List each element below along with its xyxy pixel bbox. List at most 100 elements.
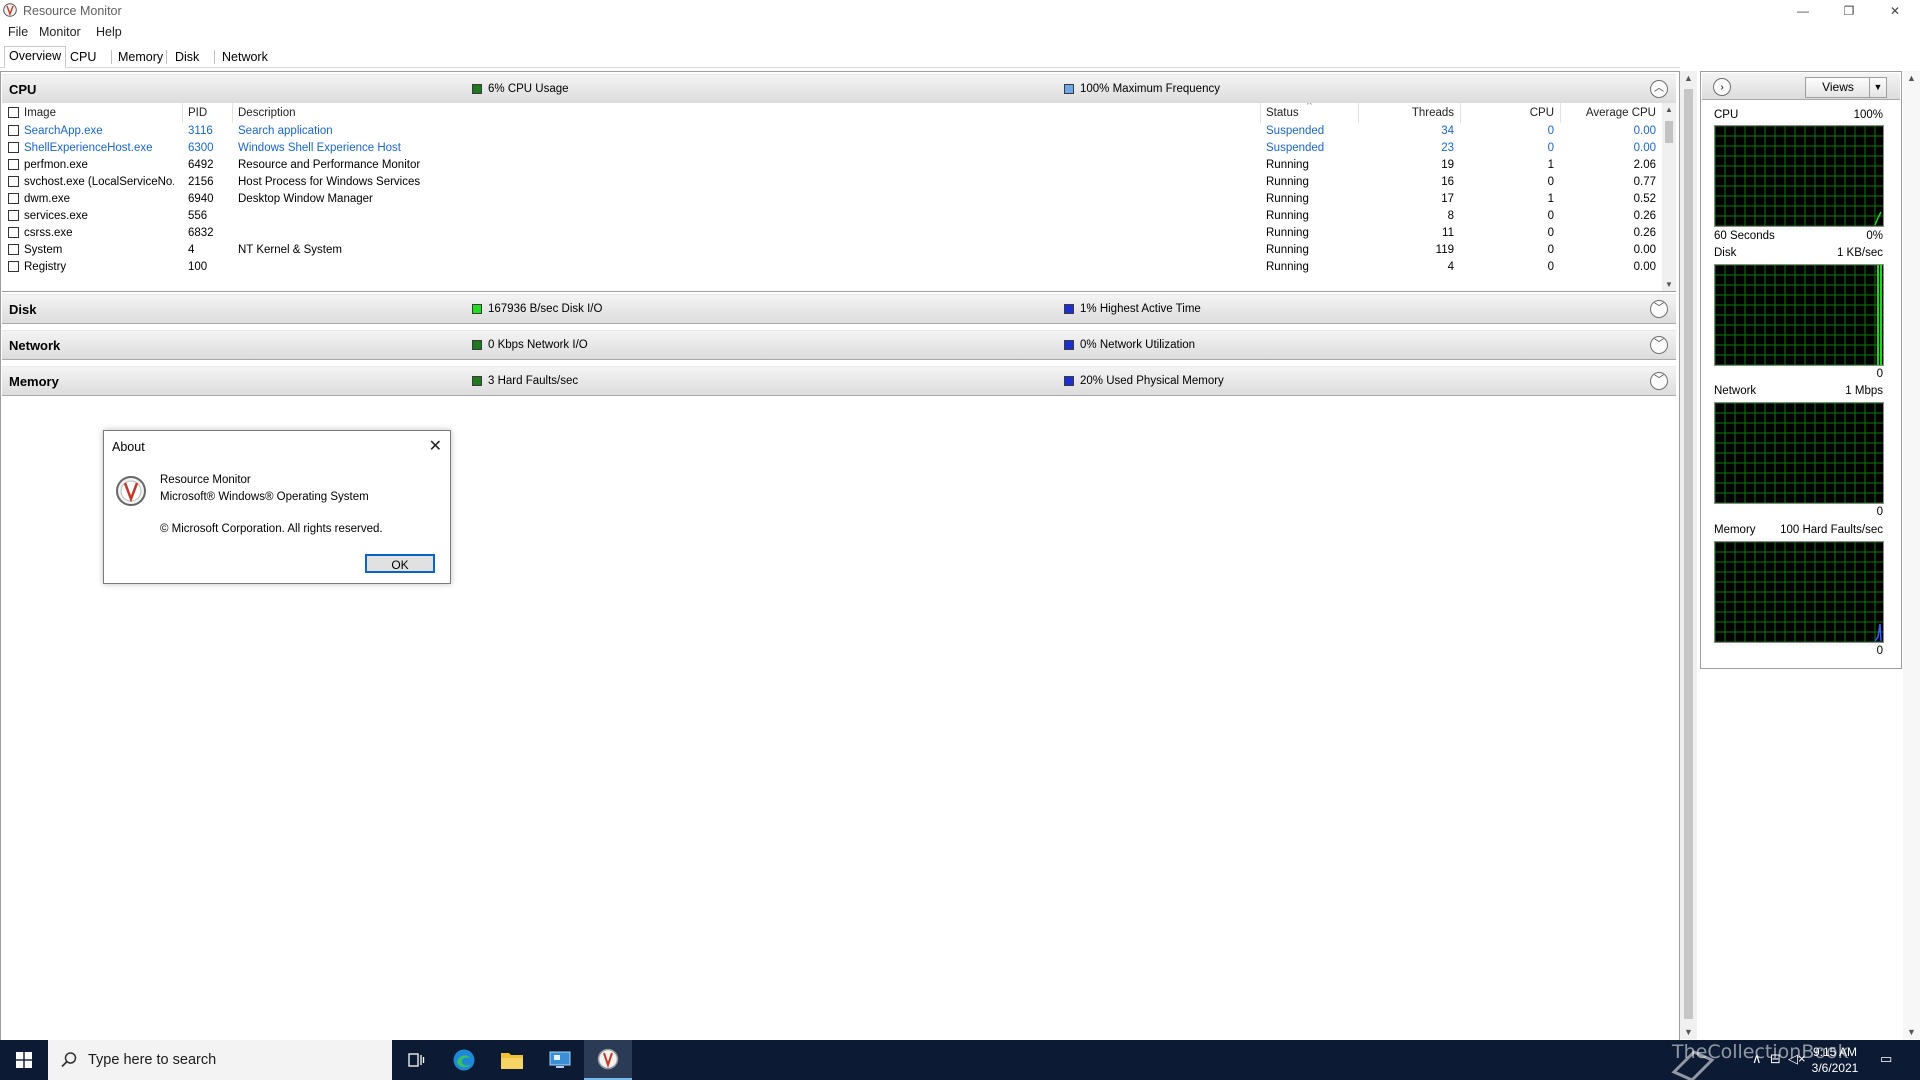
row-checkbox[interactable] bbox=[8, 125, 19, 136]
taskbar-search[interactable]: Type here to search bbox=[48, 1040, 392, 1080]
task-view-button[interactable] bbox=[392, 1040, 440, 1080]
expand-icon[interactable]: ﹀ bbox=[1650, 336, 1668, 354]
network-tray-icon[interactable]: ⊟ bbox=[1770, 1051, 1781, 1067]
menu-help[interactable]: Help bbox=[96, 25, 122, 39]
network-graph-plot bbox=[1715, 403, 1883, 503]
scroll-up-icon[interactable]: ▲ bbox=[1662, 105, 1676, 114]
graphs-scrollbar[interactable]: ▲ ▼ bbox=[1903, 71, 1920, 1039]
scroll-down-icon[interactable]: ▼ bbox=[1662, 280, 1676, 289]
table-row[interactable]: services.exe 556 Running 8 0 0.26 bbox=[2, 208, 1662, 225]
row-checkbox[interactable] bbox=[8, 176, 19, 187]
collapse-icon[interactable]: ︿ bbox=[1650, 80, 1668, 98]
expand-icon[interactable]: ﹀ bbox=[1650, 300, 1668, 318]
notifications-icon[interactable]: ▭ bbox=[1880, 1051, 1892, 1067]
expand-icon[interactable]: ﹀ bbox=[1650, 372, 1668, 390]
column-divider[interactable] bbox=[1260, 103, 1261, 123]
resource-monitor-taskbar-button[interactable] bbox=[584, 1040, 632, 1080]
views-dropdown-icon[interactable]: ▼ bbox=[1869, 77, 1887, 98]
tab-overview[interactable]: Overview bbox=[4, 46, 67, 68]
disk-section-header[interactable]: Disk 167936 B/sec Disk I/O 1% Highest Ac… bbox=[2, 294, 1676, 324]
cell-avg: 0.00 bbox=[1633, 244, 1656, 256]
main-scrollbar[interactable]: ▲ ▼ bbox=[1680, 71, 1697, 1039]
close-button[interactable]: ✕ bbox=[1872, 0, 1918, 22]
cpu-section-header[interactable]: CPU 6% CPU Usage 100% Maximum Frequency … bbox=[2, 74, 1676, 104]
table-row[interactable]: perfmon.exe 6492 Resource and Performance … bbox=[2, 157, 1662, 174]
memory-graph bbox=[1714, 541, 1884, 643]
cell-pid: 6492 bbox=[188, 159, 214, 171]
disk-active-text: 1% Highest Active Time bbox=[1080, 303, 1201, 315]
column-divider[interactable] bbox=[1460, 103, 1461, 123]
tab-memory[interactable]: Memory bbox=[114, 48, 167, 66]
column-threads[interactable]: Threads bbox=[1362, 107, 1454, 119]
column-description[interactable]: Description bbox=[238, 107, 296, 119]
scroll-down-icon[interactable]: ▼ bbox=[1680, 1027, 1697, 1037]
column-image[interactable]: Image bbox=[24, 107, 56, 119]
column-divider[interactable] bbox=[182, 103, 183, 123]
legend-swatch bbox=[472, 84, 482, 94]
memory-section-header[interactable]: Memory 3 Hard Faults/sec 20% Used Physic… bbox=[2, 366, 1676, 396]
row-checkbox[interactable] bbox=[8, 193, 19, 204]
tab-divider bbox=[111, 50, 112, 64]
row-checkbox[interactable] bbox=[8, 159, 19, 170]
column-pid[interactable]: PID bbox=[188, 107, 207, 119]
cell-description: Desktop Window Manager bbox=[238, 193, 373, 205]
table-row[interactable]: ShellExperienceHost.exe 6300 Windows Shell… bbox=[2, 140, 1662, 157]
column-status[interactable]: Status bbox=[1266, 107, 1299, 119]
row-checkbox[interactable] bbox=[8, 210, 19, 221]
control-panel-taskbar-button[interactable] bbox=[536, 1040, 584, 1080]
chevron-right-icon[interactable]: › bbox=[1713, 78, 1731, 96]
cpu-table-scrollbar[interactable]: ▲ ▼ bbox=[1662, 103, 1676, 291]
row-checkbox[interactable] bbox=[8, 142, 19, 153]
legend-swatch bbox=[472, 340, 482, 350]
close-icon[interactable]: ✕ bbox=[429, 436, 442, 456]
cell-threads: 8 bbox=[1447, 210, 1454, 222]
start-button[interactable] bbox=[0, 1040, 48, 1080]
table-row[interactable]: csrss.exe 6832 Running 11 0 0.26 bbox=[2, 225, 1662, 242]
network-section-header[interactable]: Network 0 Kbps Network I/O 0% Network Ut… bbox=[2, 330, 1676, 360]
column-cpu[interactable]: CPU bbox=[1464, 107, 1554, 119]
menu-monitor[interactable]: Monitor bbox=[39, 25, 81, 39]
tab-disk[interactable]: Disk bbox=[171, 48, 203, 66]
tray-chevron-icon[interactable]: ∧ bbox=[1752, 1051, 1762, 1067]
cell-avg: 0.26 bbox=[1633, 210, 1656, 222]
table-row[interactable]: System 4 NT Kernel & System Running 119 0 0.00 bbox=[2, 242, 1662, 259]
graph-trace bbox=[1874, 211, 1882, 226]
table-row[interactable]: Registry 100 Running 4 0 0.00 bbox=[2, 259, 1662, 276]
cell-description: Search application bbox=[238, 125, 333, 137]
scroll-thumb[interactable] bbox=[1665, 121, 1673, 143]
minimize-button[interactable]: — bbox=[1780, 0, 1826, 22]
scroll-up-icon[interactable]: ▲ bbox=[1903, 73, 1920, 83]
scroll-down-icon[interactable]: ▼ bbox=[1903, 1027, 1920, 1037]
row-checkbox[interactable] bbox=[8, 261, 19, 272]
table-row[interactable]: svchost.exe (LocalServiceNo... 2156 Host P… bbox=[2, 174, 1662, 191]
scroll-up-icon[interactable]: ▲ bbox=[1680, 73, 1697, 83]
tab-bar: Overview CPU Memory Disk Network bbox=[0, 45, 1680, 68]
restore-button[interactable]: ❐ bbox=[1826, 0, 1872, 22]
tab-cpu[interactable]: CPU bbox=[66, 48, 100, 66]
row-checkbox[interactable] bbox=[8, 227, 19, 238]
column-average-cpu[interactable]: Average CPU bbox=[1562, 107, 1656, 119]
menu-file[interactable]: File bbox=[8, 25, 28, 39]
column-divider[interactable] bbox=[1560, 103, 1561, 123]
edge-taskbar-button[interactable] bbox=[440, 1040, 488, 1080]
row-checkbox[interactable] bbox=[8, 244, 19, 255]
monitor-app-icon bbox=[549, 1051, 571, 1068]
table-row[interactable]: SearchApp.exe 3116 Search application Suspe… bbox=[2, 123, 1662, 140]
cell-pid: 2156 bbox=[188, 176, 214, 188]
tab-network[interactable]: Network bbox=[218, 48, 272, 66]
taskbar-clock[interactable]: 9:15 AM 3/6/2021 bbox=[1800, 1044, 1870, 1076]
memory-graph-scale: 100 Hard Faults/sec bbox=[1780, 524, 1883, 536]
column-divider[interactable] bbox=[232, 103, 233, 123]
column-divider[interactable] bbox=[1358, 103, 1359, 123]
select-all-checkbox[interactable] bbox=[8, 107, 19, 118]
cell-status: Running bbox=[1266, 227, 1309, 239]
cell-pid: 6940 bbox=[188, 193, 214, 205]
file-explorer-taskbar-button[interactable] bbox=[488, 1040, 536, 1080]
scroll-thumb[interactable] bbox=[1684, 89, 1693, 1019]
table-row[interactable]: dwm.exe 6940 Desktop Window Manager Running… bbox=[2, 191, 1662, 208]
ok-button[interactable]: OK bbox=[365, 554, 435, 573]
disk-graph-plot bbox=[1715, 265, 1883, 365]
views-button[interactable]: Views bbox=[1805, 77, 1871, 98]
cell-image: ShellExperienceHost.exe bbox=[24, 142, 153, 154]
cell-avg: 0.26 bbox=[1633, 227, 1656, 239]
